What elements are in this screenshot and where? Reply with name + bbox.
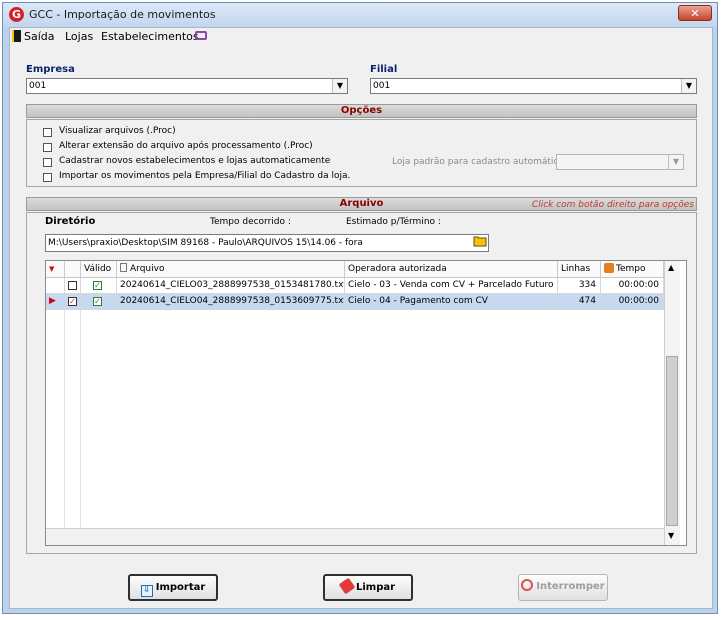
empresa-value: 001	[29, 81, 47, 91]
chevron-down-icon[interactable]: ▼	[332, 79, 347, 93]
menu-saida[interactable]: Saída	[24, 30, 55, 43]
option-checkbox-importar[interactable]	[43, 173, 52, 182]
limpar-button[interactable]: Limpar	[323, 574, 413, 601]
arquivo-title: Arquivo	[339, 198, 384, 209]
close-button[interactable]: ✕	[678, 5, 712, 21]
indicator-column-header[interactable]: ▼	[46, 261, 65, 278]
option-checkbox-cadastrar[interactable]	[43, 158, 52, 167]
column-header-operadora[interactable]: Operadora autorizada	[345, 261, 558, 278]
grid-vertical-scrollbar[interactable]: ▲ ▼	[664, 261, 680, 545]
scroll-up-icon[interactable]: ▲	[668, 263, 674, 272]
interromper-button[interactable]: Interromper	[518, 574, 608, 601]
column-header-tempo[interactable]: Tempo	[601, 261, 664, 278]
importar-button[interactable]: ⇩ Importar	[128, 574, 218, 601]
current-row-arrow-icon: ▶	[49, 296, 56, 306]
title-bar[interactable]: G GCC - Importação de movimentos ✕	[3, 3, 717, 27]
row-indicator: ▶	[46, 294, 65, 310]
eraser-icon	[338, 577, 356, 595]
tempo-decorrido-label: Tempo decorrido :	[210, 217, 291, 227]
arquivo-header: Arquivo Click com botão direito para opç…	[26, 197, 697, 211]
files-grid[interactable]: ▼ Válido Arquivo Operadora autorizada Li…	[45, 260, 687, 546]
option-label-alterar: Alterar extensão do arquivo após process…	[59, 141, 313, 151]
row-valid-cell: ✓	[81, 294, 117, 310]
scrollbar-thumb[interactable]	[666, 356, 678, 526]
menu-lojas[interactable]: Lojas	[65, 30, 93, 43]
client-area: Saída Lojas Estabelecimentos Empresa 001…	[9, 27, 713, 609]
option-label-importar: Importar os movimentos pela Empresa/Fili…	[59, 171, 351, 181]
empresa-select[interactable]: 001 ▼	[26, 78, 348, 94]
monitor-icon[interactable]	[195, 31, 207, 40]
clock-icon	[604, 263, 614, 273]
chevron-down-icon[interactable]: ▼	[668, 155, 683, 169]
row-file[interactable]: 20240614_CIELO03_2888997538_0153481780.t…	[117, 278, 345, 294]
sort-down-icon[interactable]: ▼	[49, 265, 54, 273]
row-tempo[interactable]: 00:00:00	[601, 278, 664, 294]
stop-icon	[521, 579, 534, 591]
main-window: G GCC - Importação de movimentos ✕ Saída…	[2, 2, 718, 614]
empresa-label: Empresa	[26, 64, 75, 75]
diretorio-path-field[interactable]: M:\Users\praxio\Desktop\SIM 89168 - Paul…	[45, 234, 489, 252]
diretorio-path: M:\Users\praxio\Desktop\SIM 89168 - Paul…	[48, 238, 363, 248]
row-valid-cell: ✓	[81, 278, 117, 294]
row-operadora[interactable]: Cielo - 04 - Pagamento com CV	[345, 294, 558, 310]
row-file[interactable]: 20240614_CIELO04_2888997538_0153609775.t…	[117, 294, 345, 310]
column-header-arquivo-label: Arquivo	[130, 264, 165, 274]
app-logo-icon: G	[9, 7, 24, 22]
select-column-header[interactable]	[65, 261, 81, 278]
grid-line	[80, 310, 81, 528]
window-title: GCC - Importação de movimentos	[29, 8, 216, 21]
option-checkbox-visualizar[interactable]	[43, 128, 52, 137]
row-select-cell[interactable]	[65, 278, 81, 294]
column-header-valido[interactable]: Válido	[81, 261, 117, 278]
arquivo-hint: Click com botão direito para opções	[531, 200, 694, 210]
filial-select[interactable]: 001 ▼	[370, 78, 697, 94]
row-operadora[interactable]: Cielo - 03 - Venda com CV + Parcelado Fu…	[345, 278, 558, 294]
filial-value: 001	[373, 81, 391, 91]
import-icon: ⇩	[140, 585, 153, 597]
opcoes-panel: Visualizar arquivos (.Proc) Alterar exte…	[26, 119, 697, 187]
importar-label: Importar	[155, 582, 206, 593]
filial-label: Filial	[370, 64, 398, 75]
row-tempo[interactable]: 00:00:00	[601, 294, 664, 310]
option-label-visualizar: Visualizar arquivos (.Proc)	[59, 126, 176, 136]
loja-padrao-select[interactable]: ▼	[556, 154, 684, 170]
row-select-checkbox-checked[interactable]: ✓	[68, 297, 77, 306]
row-linhas[interactable]: 334	[558, 278, 601, 294]
valid-check-icon: ✓	[93, 281, 102, 290]
chevron-down-icon[interactable]: ▼	[681, 79, 696, 93]
valid-check-icon: ✓	[93, 297, 102, 306]
menu-estabelecimentos[interactable]: Estabelecimentos	[101, 30, 199, 43]
exit-door-icon[interactable]	[12, 30, 21, 42]
column-header-tempo-label: Tempo	[616, 264, 646, 274]
diretorio-label: Diretório	[45, 216, 96, 227]
option-checkbox-alterar[interactable]	[43, 143, 52, 152]
limpar-label: Limpar	[355, 582, 396, 593]
estimado-termino-label: Estimado p/Término :	[346, 217, 441, 227]
file-icon	[120, 263, 127, 272]
grid-footer	[46, 528, 664, 545]
row-linhas[interactable]: 474	[558, 294, 601, 310]
folder-icon[interactable]	[472, 235, 488, 251]
row-indicator	[46, 278, 65, 294]
menu-bar: Saída Lojas Estabelecimentos	[10, 28, 712, 46]
interromper-label: Interromper	[536, 581, 605, 592]
scroll-down-icon[interactable]: ▼	[668, 531, 674, 540]
loja-padrao-label: Loja padrão para cadastro automático	[392, 157, 564, 167]
column-header-arquivo[interactable]: Arquivo	[117, 261, 345, 278]
option-label-cadastrar: Cadastrar novos estabelecimentos e lojas…	[59, 156, 331, 166]
column-header-linhas[interactable]: Linhas	[558, 261, 601, 278]
grid-line	[64, 310, 65, 528]
row-select-cell[interactable]: ✓	[65, 294, 81, 310]
opcoes-header: Opções	[26, 104, 697, 118]
row-select-checkbox[interactable]	[68, 281, 77, 290]
